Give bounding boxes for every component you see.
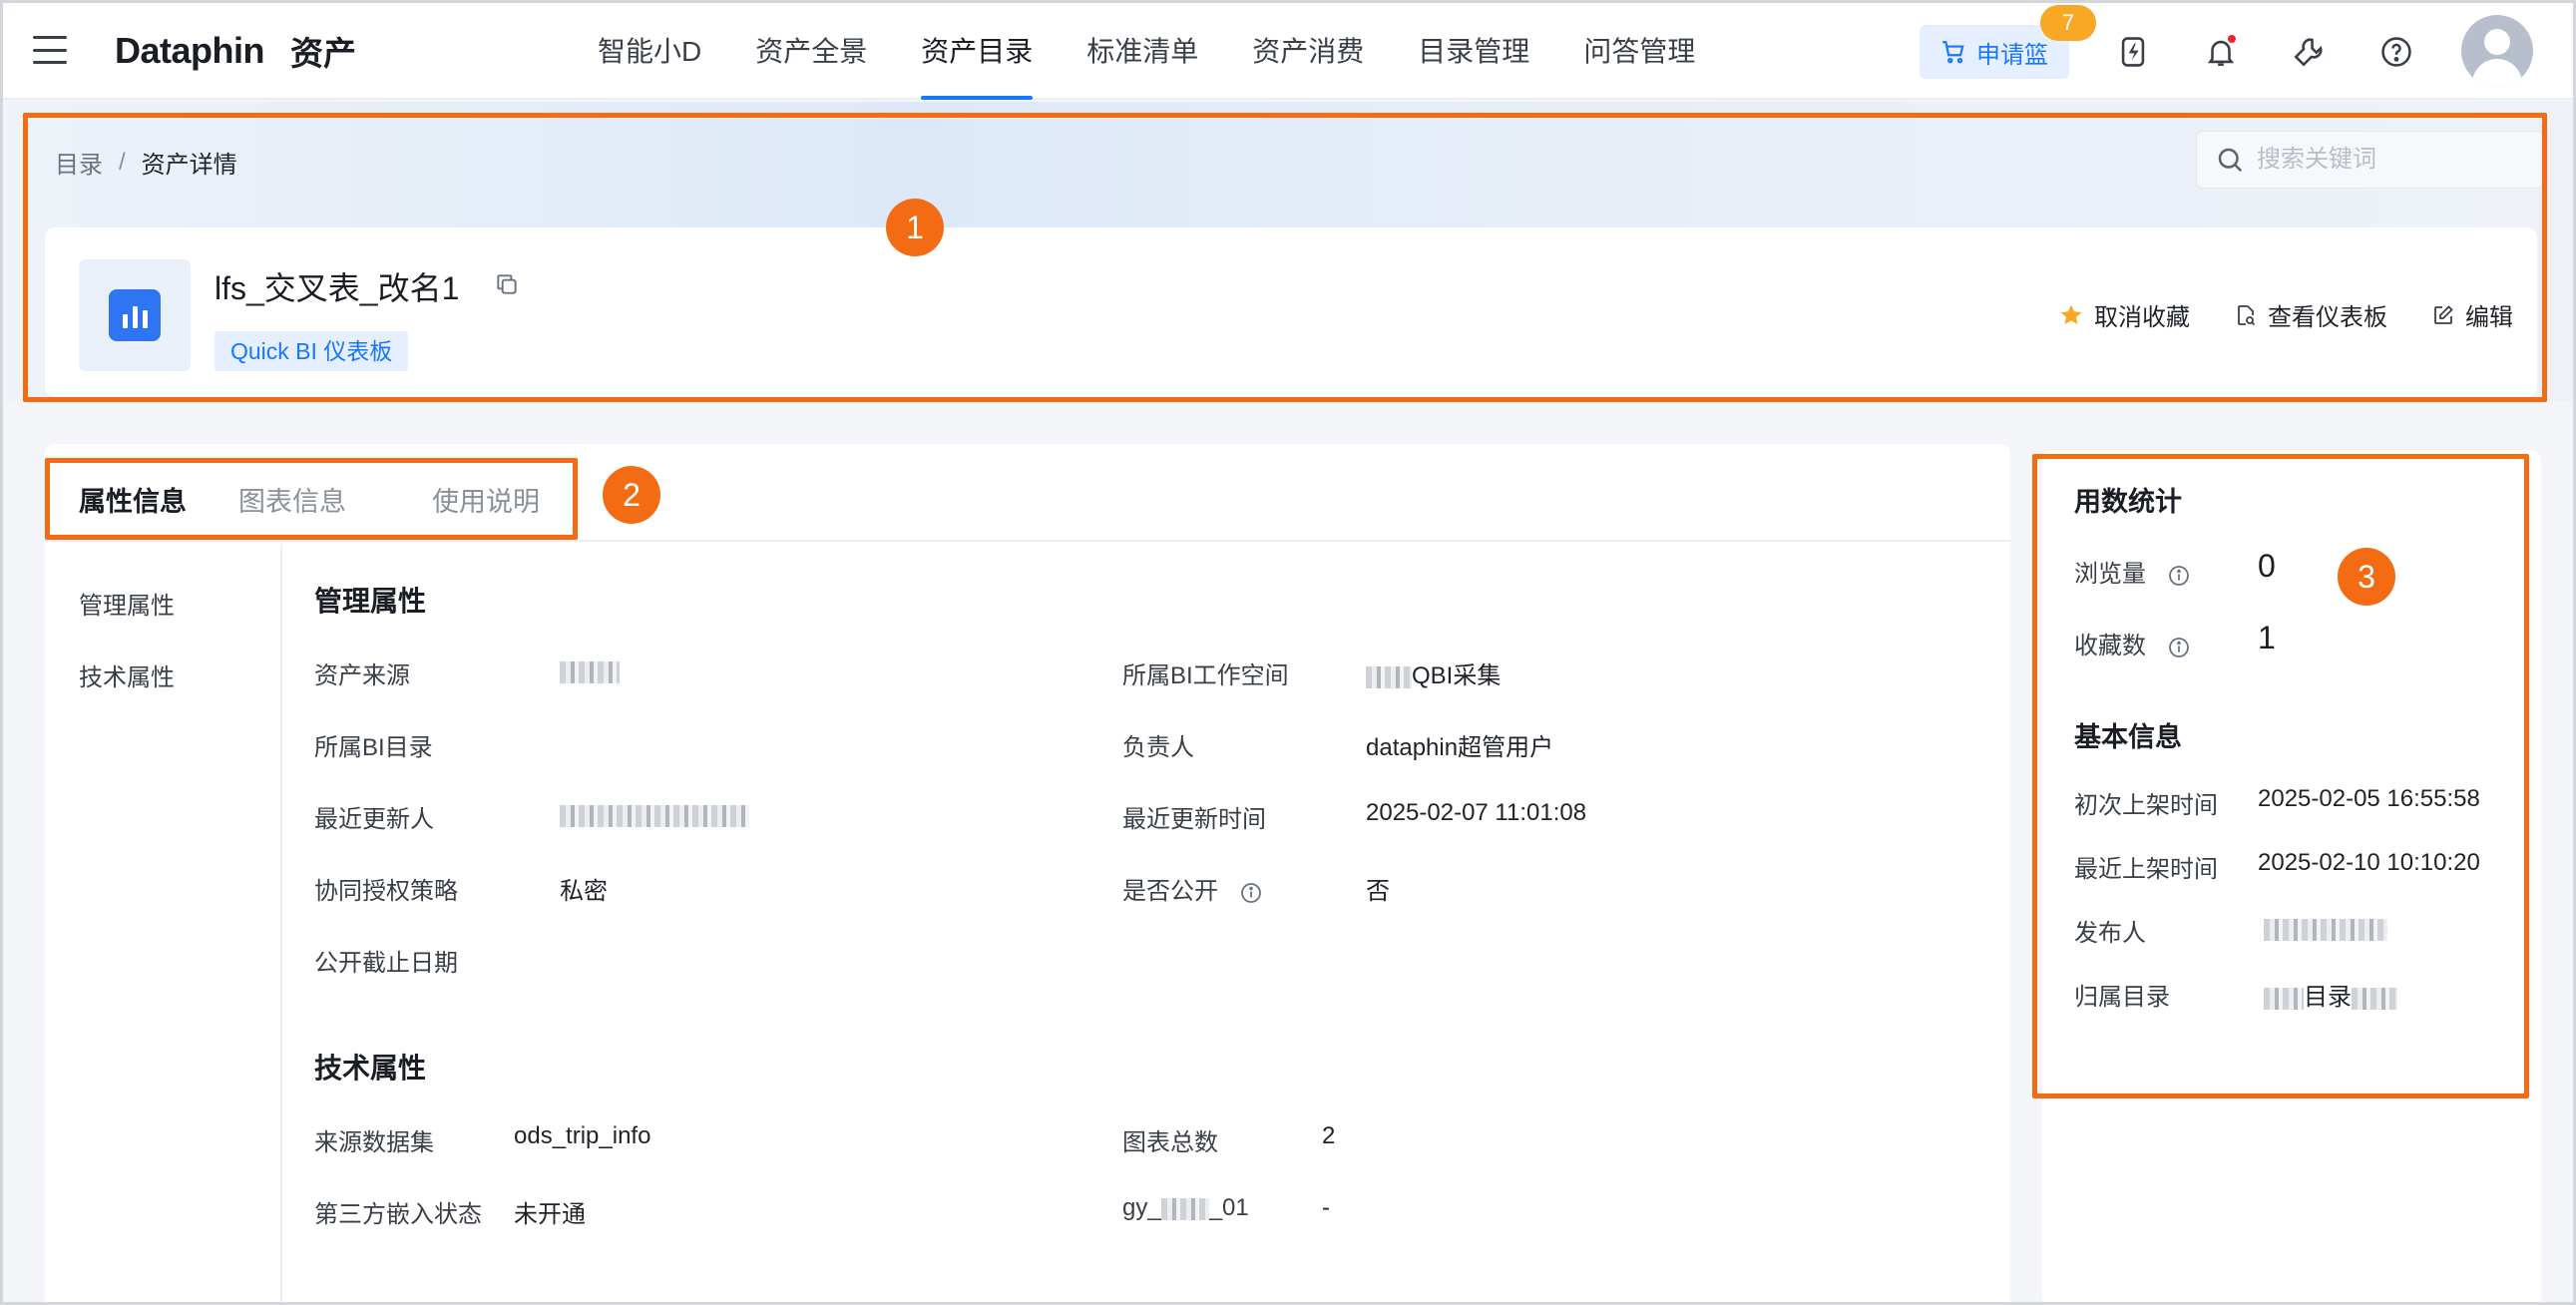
section-title-management: 管理属性: [314, 586, 427, 617]
label-is-public: 是否公开: [1122, 871, 1263, 906]
callout-marker-1: 1: [886, 199, 944, 256]
anchor-management-attributes[interactable]: 管理属性: [79, 586, 175, 621]
nav-item-smart-d[interactable]: 智能小D: [598, 3, 701, 100]
value-owner: dataphin超管用户: [1366, 734, 1554, 761]
value-chart-total: 2: [1322, 1122, 1336, 1149]
label-public-end-date: 公开截止日期: [314, 950, 458, 977]
callout-marker-2: 2: [603, 466, 660, 524]
nav-item-qa-management[interactable]: 问答管理: [1583, 3, 1695, 100]
menu-icon[interactable]: [33, 36, 67, 64]
value-auth-policy: 私密: [560, 878, 608, 905]
brand-name: Dataphin: [115, 30, 265, 71]
label-bi-directory: 所属BI目录: [314, 734, 433, 761]
label-gy-suffix: _01: [1208, 1194, 1249, 1221]
highlight-box-1: [23, 113, 2547, 402]
highlight-box-2: [45, 458, 578, 540]
label-auth-policy: 协同授权策略: [314, 878, 458, 905]
label-gy-property: gy_ _01: [1122, 1194, 1249, 1222]
nav-item-asset-overview[interactable]: 资产全景: [755, 3, 867, 100]
value-asset-source: [560, 657, 620, 685]
value-bi-workspace-suffix: QBI采集: [1412, 662, 1502, 689]
user-avatar[interactable]: [2461, 15, 2533, 87]
flash-icon[interactable]: [2114, 33, 2152, 71]
info-icon[interactable]: [1239, 881, 1263, 905]
label-last-update-time: 最近更新时间: [1122, 806, 1266, 833]
anchor-technical-attributes[interactable]: 技术属性: [79, 657, 175, 692]
value-source-dataset: ods_trip_info: [514, 1122, 651, 1149]
nav-item-asset-catalog[interactable]: 资产目录: [921, 3, 1034, 100]
wrench-icon[interactable]: [2290, 33, 2328, 71]
bell-icon[interactable]: [2202, 33, 2240, 71]
app-window: Dataphin 资产 智能小D 资产全景 资产目录 标准清单 资产消费 目录管…: [0, 0, 2576, 1305]
cart-count-badge: 7: [2040, 5, 2096, 41]
main-menu: 智能小D 资产全景 资产目录 标准清单 资产消费 目录管理 问答管理: [598, 3, 1749, 100]
value-embed-status: 未开通: [514, 1201, 586, 1228]
value-bi-workspace: QBI采集: [1366, 655, 1501, 690]
highlight-box-3: [2032, 454, 2529, 1098]
attribute-panel: 属性信息 图表信息 使用说明 管理属性 技术属性 管理属性 资产来源 所属BI工…: [45, 444, 2010, 1302]
nav-item-asset-consumption[interactable]: 资产消费: [1252, 3, 1364, 100]
label-gy-prefix: gy_: [1122, 1194, 1161, 1221]
section-title-technical: 技术属性: [314, 1053, 427, 1084]
top-navigation: Dataphin 资产 智能小D 资产全景 资产目录 标准清单 资产消费 目录管…: [3, 3, 2573, 100]
nav-item-standard-list[interactable]: 标准清单: [1086, 3, 1198, 100]
label-bi-workspace: 所属BI工作空间: [1122, 662, 1289, 689]
label-owner: 负责人: [1122, 734, 1194, 761]
label-chart-total: 图表总数: [1122, 1129, 1218, 1156]
value-last-updater: [560, 801, 749, 829]
label-source-dataset: 来源数据集: [314, 1129, 434, 1156]
value-is-public: 否: [1366, 878, 1390, 905]
help-icon[interactable]: [2377, 33, 2415, 71]
label-last-updater: 最近更新人: [314, 806, 434, 833]
product-name: 资产: [290, 35, 357, 72]
label-embed-status: 第三方嵌入状态: [314, 1201, 482, 1228]
value-gy-property: -: [1322, 1194, 1330, 1221]
label-asset-source: 资产来源: [314, 662, 410, 689]
callout-marker-3: 3: [2338, 548, 2395, 606]
nav-item-catalog-management[interactable]: 目录管理: [1418, 3, 1529, 100]
notification-dot: [2226, 33, 2238, 45]
anchor-nav: 管理属性 技术属性: [45, 544, 282, 1302]
cart-icon: [1942, 41, 1964, 64]
label-is-public-text: 是否公开: [1122, 878, 1218, 905]
value-last-update-time: 2025-02-07 11:01:08: [1366, 799, 1587, 826]
logo[interactable]: Dataphin 资产: [115, 29, 356, 73]
request-basket-label: 申请篮: [1976, 41, 2048, 69]
